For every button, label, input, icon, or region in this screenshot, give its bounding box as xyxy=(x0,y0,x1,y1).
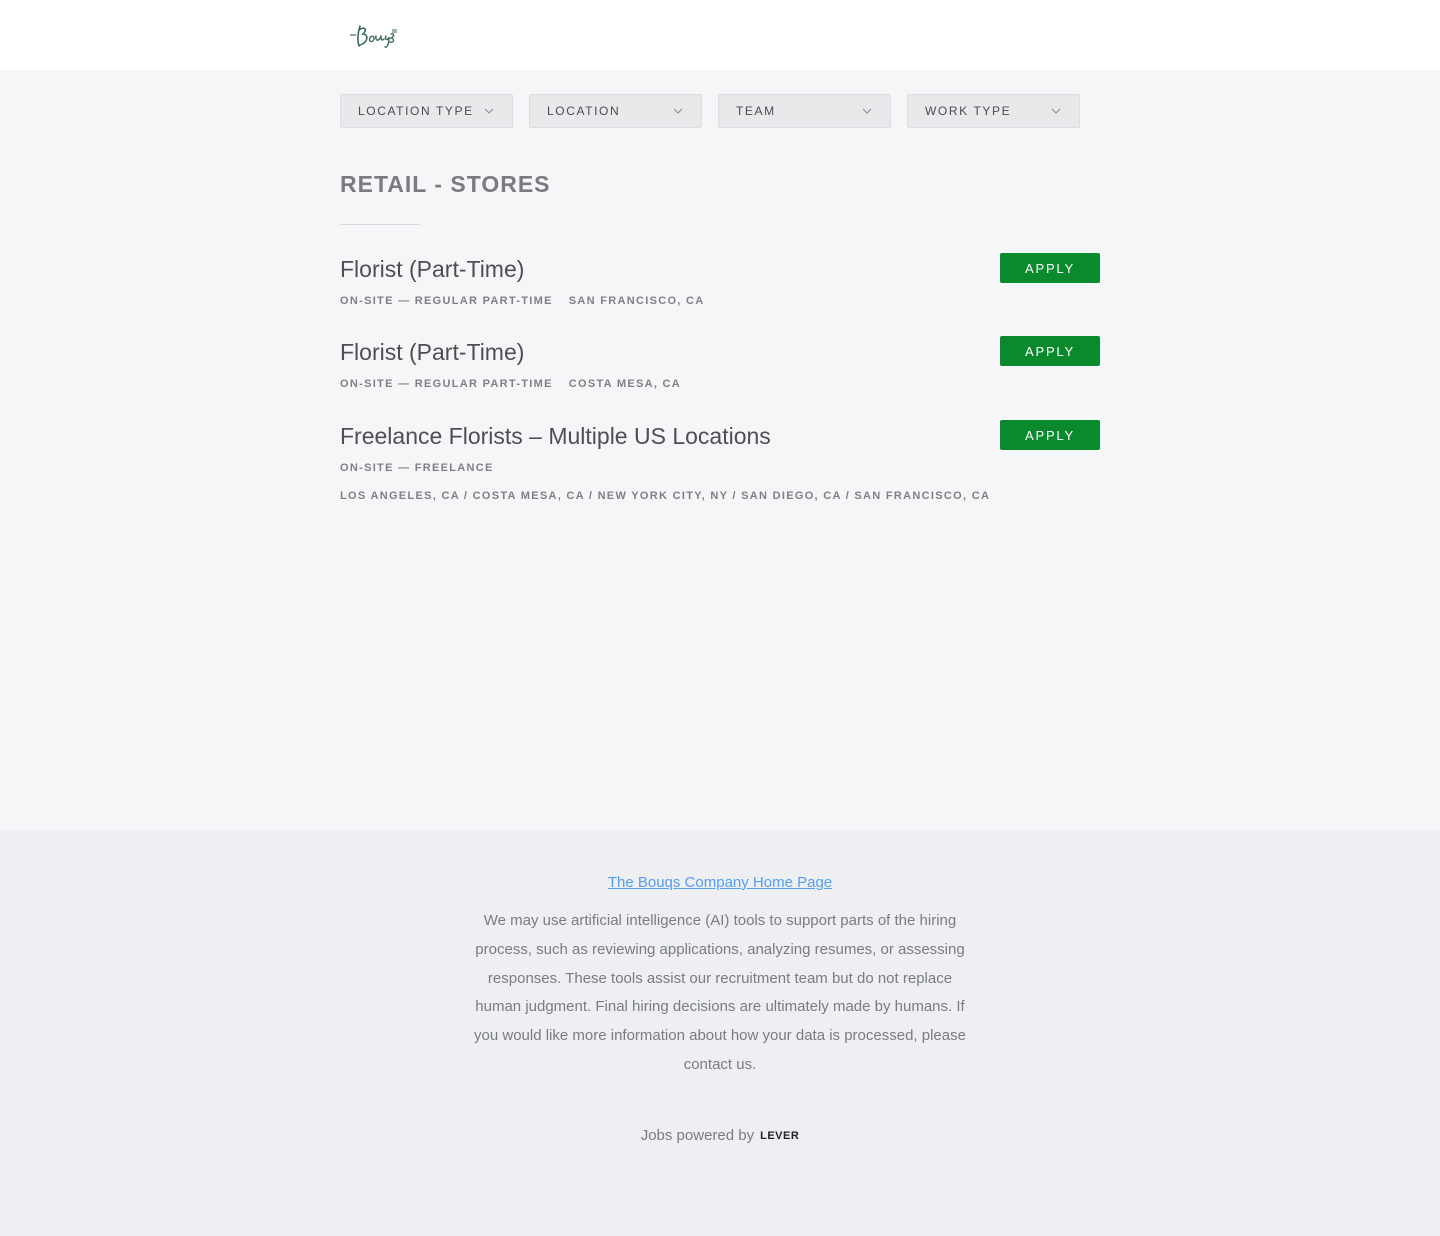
apply-button[interactable]: APPLY xyxy=(1000,253,1100,283)
filter-label: WORK TYPE xyxy=(925,104,1012,118)
filter-work-type[interactable]: WORK TYPE xyxy=(907,94,1080,128)
team-title: RETAIL - STORES xyxy=(340,171,551,197)
team-divider xyxy=(340,224,420,225)
page-header xyxy=(0,0,1440,70)
filter-label: LOCATION TYPE xyxy=(358,104,474,118)
posting-meta: ON-SITE — REGULAR PART-TIME COSTA MESA, … xyxy=(340,378,1100,390)
filter-location-type[interactable]: LOCATION TYPE xyxy=(340,94,513,128)
posting-work-type: ON-SITE — REGULAR PART-TIME xyxy=(340,378,553,390)
chevron-down-icon xyxy=(673,106,683,116)
powered-by-text: Jobs powered by xyxy=(640,1127,755,1144)
ai-notice: We may use artificial intelligence (AI) … xyxy=(474,912,966,1073)
powered-by: Jobs powered by LEVER xyxy=(0,1127,1440,1144)
page-footer: The Bouqs Company Home Page We may use a… xyxy=(0,830,1440,1236)
posting-work-type: ON-SITE — FREELANCE xyxy=(340,462,494,474)
filter-location[interactable]: LOCATION xyxy=(529,94,702,128)
company-home-link[interactable]: The Bouqs Company Home Page xyxy=(608,874,832,891)
posting-location: COSTA MESA, CA xyxy=(568,378,682,390)
filter-label: TEAM xyxy=(736,104,776,118)
lever-logo-icon[interactable]: LEVER xyxy=(760,1130,799,1142)
chevron-down-icon xyxy=(1051,106,1061,116)
apply-button[interactable]: APPLY xyxy=(1000,420,1100,450)
posting-location: SAN FRANCISCO, CA xyxy=(568,295,705,307)
posting-work-type: ON-SITE — REGULAR PART-TIME xyxy=(340,295,553,307)
posting-item: Freelance Florists – Multiple US Locatio… xyxy=(340,420,1100,502)
chevron-down-icon xyxy=(862,106,872,116)
posting-meta: ON-SITE — FREELANCE xyxy=(340,462,1100,474)
posting-title-link[interactable]: Florist (Part-Time) xyxy=(340,339,1100,366)
bouqs-logo-icon[interactable] xyxy=(348,18,400,52)
chevron-down-icon xyxy=(484,106,494,116)
posting-location: LOS ANGELES, CA / COSTA MESA, CA / NEW Y… xyxy=(340,490,991,502)
posting-item: Florist (Part-Time) ON-SITE — REGULAR PA… xyxy=(340,253,1100,307)
posting-title-link[interactable]: Florist (Part-Time) xyxy=(340,256,1100,283)
posting-title-link[interactable]: Freelance Florists – Multiple US Locatio… xyxy=(340,423,1100,450)
posting-item: Florist (Part-Time) ON-SITE — REGULAR PA… xyxy=(340,336,1100,390)
apply-button[interactable]: APPLY xyxy=(1000,336,1100,366)
posting-meta: ON-SITE — REGULAR PART-TIME SAN FRANCISC… xyxy=(340,295,1100,307)
filter-label: LOCATION xyxy=(547,104,621,118)
home-link-wrap: The Bouqs Company Home Page xyxy=(0,874,1440,891)
filter-team[interactable]: TEAM xyxy=(718,94,891,128)
